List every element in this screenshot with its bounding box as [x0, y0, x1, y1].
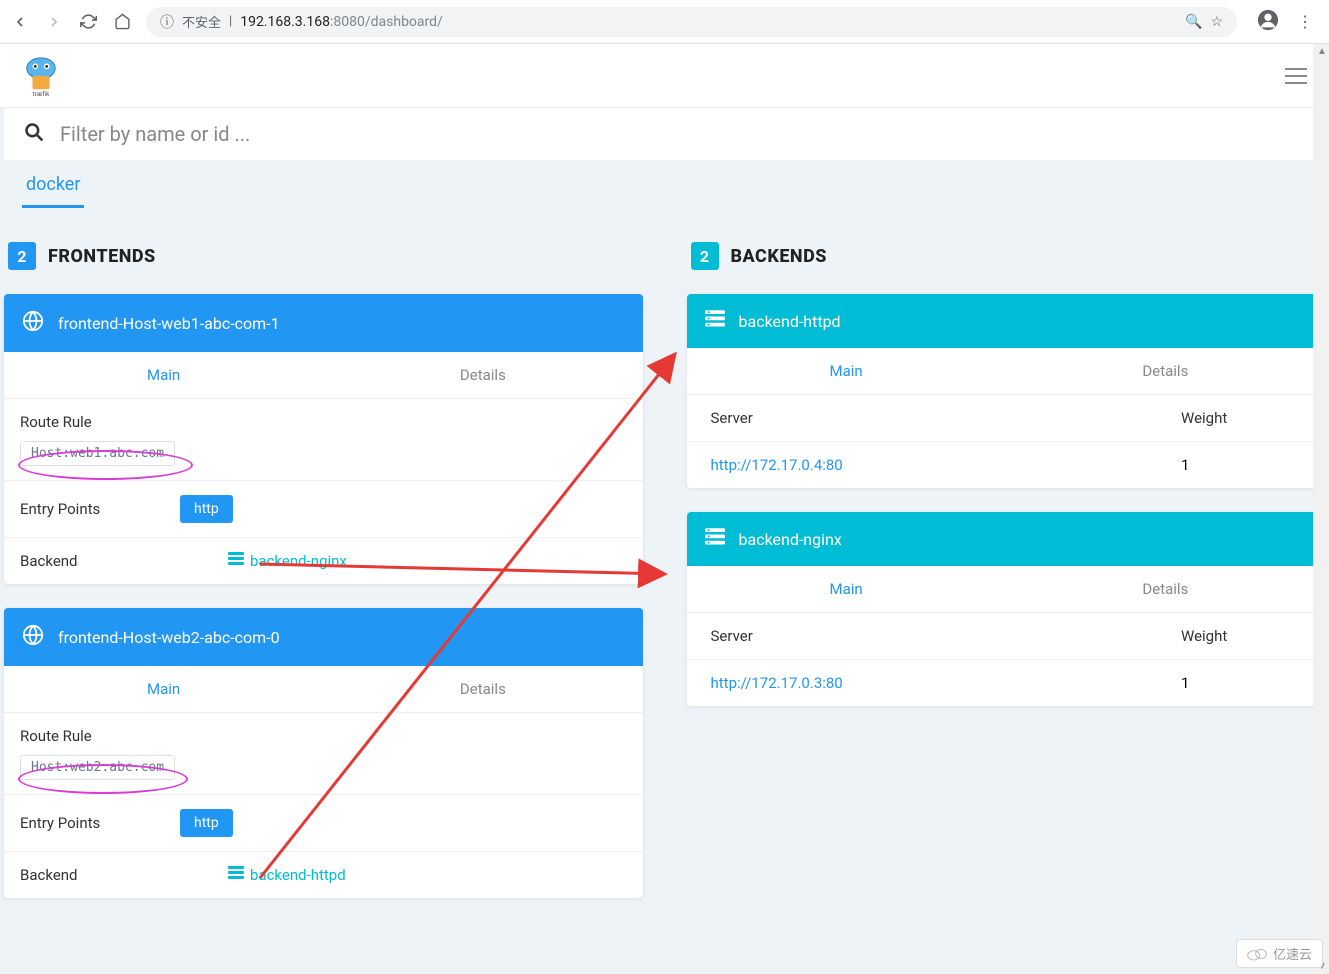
weight-column-header: Weight	[1181, 409, 1301, 427]
backend-name: backend-nginx	[739, 530, 842, 549]
frontend-card: frontend-Host-web2-abc-com-0 Main Detail…	[4, 608, 643, 898]
url-text: 192.168.3.168:8080/dashboard/	[240, 14, 443, 30]
frontend-name: frontend-Host-web2-abc-com-0	[58, 628, 280, 647]
info-icon: ⓘ	[160, 12, 174, 32]
frontend-name: frontend-Host-web1-abc-com-1	[58, 314, 280, 333]
server-url-link[interactable]: http://172.17.0.4:80	[711, 456, 1182, 474]
home-button[interactable]	[112, 12, 132, 32]
route-rule-value: Host:web2.abc.com	[20, 755, 175, 780]
frontend-card: frontend-Host-web1-abc-com-1 Main Detail…	[4, 294, 643, 584]
frontend-card-header[interactable]: frontend-Host-web1-abc-com-1	[4, 294, 643, 352]
server-url-link[interactable]: http://172.17.0.3:80	[711, 674, 1182, 692]
tab-details[interactable]: Details	[323, 352, 642, 398]
backends-count-badge: 2	[691, 242, 719, 270]
backend-link[interactable]: backend-nginx	[228, 552, 347, 570]
entry-points-label: Entry Points	[20, 500, 140, 518]
zoom-icon[interactable]: 🔍	[1185, 14, 1202, 30]
profile-icon[interactable]	[1257, 9, 1279, 35]
backend-card: backend-httpd Main Details Server Weight…	[687, 294, 1326, 488]
weight-column-header: Weight	[1181, 627, 1301, 645]
backend-card-header[interactable]: backend-nginx	[687, 512, 1326, 566]
filter-input[interactable]	[60, 122, 1305, 146]
server-column-header: Server	[711, 409, 1182, 427]
frontends-title: FRONTENDS	[48, 246, 156, 267]
backend-name: backend-httpd	[739, 312, 841, 331]
route-rule-label: Route Rule	[20, 413, 140, 431]
tab-details[interactable]: Details	[1006, 566, 1325, 612]
watermark-badge: 亿速云	[1236, 939, 1323, 968]
server-weight: 1	[1181, 456, 1301, 474]
tab-docker[interactable]: docker	[22, 160, 84, 208]
page-content: træfik docker 2 FRONTENDS frontend-Host-…	[0, 44, 1329, 974]
backend-card-header[interactable]: backend-httpd	[687, 294, 1326, 348]
browser-toolbar: ⓘ 不安全 | 192.168.3.168:8080/dashboard/ 🔍 …	[0, 0, 1329, 44]
address-bar[interactable]: ⓘ 不安全 | 192.168.3.168:8080/dashboard/ 🔍 …	[146, 7, 1237, 37]
backends-title: BACKENDS	[731, 246, 827, 267]
menu-dots-icon[interactable]: ⋮	[1297, 12, 1313, 31]
app-header: træfik	[0, 44, 1329, 108]
tab-main[interactable]: Main	[4, 352, 323, 398]
entry-points-label: Entry Points	[20, 814, 140, 832]
tab-main[interactable]: Main	[687, 348, 1006, 394]
back-button[interactable]	[10, 12, 30, 32]
route-rule-value: Host:web1.abc.com	[20, 441, 175, 466]
tab-main[interactable]: Main	[687, 566, 1006, 612]
search-bar	[4, 108, 1325, 160]
backend-link[interactable]: backend-httpd	[228, 866, 346, 884]
bookmark-star-icon[interactable]: ☆	[1210, 14, 1223, 30]
route-rule-label: Route Rule	[20, 727, 140, 745]
reload-button[interactable]	[78, 12, 98, 32]
globe-icon	[22, 310, 44, 336]
backends-column: 2 BACKENDS backend-httpd Main Details Se…	[687, 242, 1326, 922]
entry-point-tag: http	[180, 495, 233, 523]
forward-button[interactable]	[44, 12, 64, 32]
scroll-up-icon[interactable]: ▲	[1317, 46, 1327, 57]
backend-card: backend-nginx Main Details Server Weight…	[687, 512, 1326, 706]
frontends-count-badge: 2	[8, 242, 36, 270]
server-icon	[705, 528, 725, 550]
svg-text:træfik: træfik	[32, 89, 50, 96]
tab-details[interactable]: Details	[1006, 348, 1325, 394]
backend-label: Backend	[20, 552, 140, 570]
tab-main[interactable]: Main	[4, 666, 323, 712]
globe-icon	[22, 624, 44, 650]
server-icon	[705, 310, 725, 332]
entry-point-tag: http	[180, 809, 233, 837]
frontends-column: 2 FRONTENDS frontend-Host-web1-abc-com-1…	[4, 242, 643, 922]
security-label: 不安全	[182, 12, 221, 31]
server-weight: 1	[1181, 674, 1301, 692]
frontend-card-header[interactable]: frontend-Host-web2-abc-com-0	[4, 608, 643, 666]
traefik-logo: træfik	[22, 55, 60, 97]
server-icon	[228, 552, 244, 570]
search-icon	[24, 122, 44, 146]
backend-label: Backend	[20, 866, 140, 884]
tab-details[interactable]: Details	[323, 666, 642, 712]
server-column-header: Server	[711, 627, 1182, 645]
vertical-scrollbar[interactable]: ▲ ▼	[1313, 44, 1329, 974]
hamburger-menu-icon[interactable]	[1285, 68, 1307, 84]
provider-tabs: docker	[4, 160, 1325, 208]
server-icon	[228, 866, 244, 884]
